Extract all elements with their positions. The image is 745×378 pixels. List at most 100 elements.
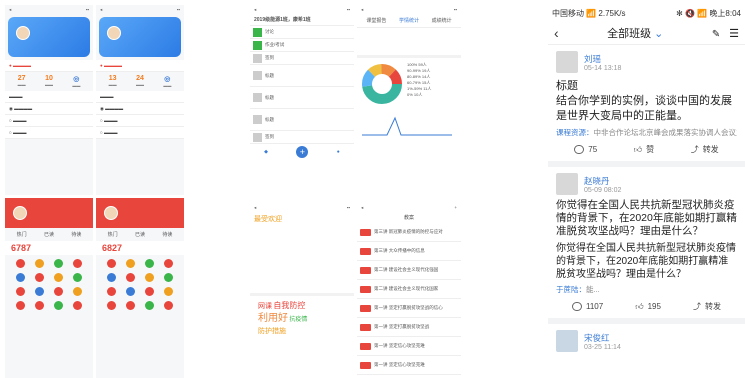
list-item[interactable]: 第一讲 坚定信心攻坚克难 — [357, 356, 461, 375]
tab[interactable]: 成绩统计 — [432, 17, 452, 24]
app-icon[interactable] — [34, 301, 44, 310]
list-item[interactable]: 第二讲 建设社会主义现代化强国 — [357, 261, 461, 280]
menu-item[interactable]: ◉ ▬▬▬▬ — [96, 103, 184, 115]
post-card[interactable]: 宋俊红 03-25 11:14 — [548, 324, 745, 356]
profile-card[interactable] — [99, 17, 181, 57]
app-icon[interactable] — [106, 287, 116, 296]
avatar — [16, 26, 30, 40]
like-button[interactable]: 👍︎ 赞 — [634, 144, 654, 155]
tab[interactable]: 已读 — [44, 231, 54, 238]
red-header — [96, 198, 184, 228]
app-icon[interactable] — [145, 259, 155, 268]
tab[interactable]: 热门 — [17, 231, 27, 238]
list-item[interactable]: 签到 — [250, 52, 354, 65]
app-icon[interactable] — [15, 287, 25, 296]
list-item[interactable]: 标题 — [250, 87, 354, 109]
avatar[interactable] — [556, 330, 578, 352]
like-button[interactable]: 👍︎ 195 — [635, 302, 661, 312]
list-item[interactable]: 第一讲 坚定打赢脱贫攻坚战的信心 — [357, 299, 461, 318]
tab[interactable]: 已读 — [135, 231, 145, 238]
app-icon[interactable] — [73, 287, 83, 296]
menu-item[interactable]: ▬▬▬ — [96, 91, 184, 103]
author-name[interactable]: 宋俊红 — [584, 332, 621, 344]
avatar — [13, 206, 27, 220]
app-icon[interactable] — [164, 273, 174, 282]
back-icon[interactable]: ‹ — [554, 25, 559, 41]
app-icon[interactable] — [73, 301, 83, 310]
share-button[interactable]: ⤴ 转发 — [693, 301, 721, 312]
phone-profile-a: ◂ ▪▪ ● ▬▬▬▬ 27 ▬▬ 10 ▬▬ ◎ ▬▬ ▬▬▬ ◉ ▬▬▬▬ ○ ▬▬… — [5, 5, 93, 195]
app-icon[interactable] — [164, 287, 174, 296]
avatar[interactable] — [556, 51, 578, 73]
list-item[interactable]: 第一讲 坚定信心攻坚克难 — [357, 337, 461, 356]
author-name[interactable]: 刘瑶 — [584, 53, 621, 65]
edit-icon[interactable]: ✎ — [712, 29, 720, 40]
app-icon[interactable] — [54, 301, 64, 310]
app-icon[interactable] — [73, 273, 83, 282]
app-icon[interactable] — [34, 273, 44, 282]
post-reply[interactable]: 于蔗陆：能... — [556, 284, 737, 295]
nav-icon[interactable]: ◆ — [264, 149, 268, 155]
menu-item[interactable]: ○ ▬▬▬ — [5, 115, 93, 127]
post-card[interactable]: 刘瑶 05-14 13:18 标题 结合你学到的实例，谈谈中国的发展是世界大变局中… — [548, 45, 745, 167]
menu-item[interactable]: ● ▬▬▬▬ — [96, 60, 184, 72]
big-number: 6827 — [102, 243, 123, 253]
share-icon: ⤴ — [692, 302, 701, 311]
profile-card[interactable] — [8, 17, 90, 57]
tab[interactable]: 热门 — [108, 231, 118, 238]
tab[interactable]: 课堂报告 — [366, 17, 386, 24]
app-icon[interactable] — [145, 287, 155, 296]
menu-item[interactable]: ○ ▬▬▬ — [96, 115, 184, 127]
app-icon[interactable] — [34, 287, 44, 296]
list-item[interactable]: 第一讲 坚定打赢脱贫攻坚战 — [357, 318, 461, 337]
menu-item[interactable]: ○ ▬▬▬ — [96, 127, 184, 139]
tab[interactable]: 待读 — [162, 231, 172, 238]
avatar[interactable] — [556, 173, 578, 195]
share-button[interactable]: ⤴ 转发 — [691, 144, 719, 155]
app-icon[interactable] — [145, 301, 155, 310]
app-icon[interactable] — [106, 301, 116, 310]
menu-item[interactable]: ▬▬▬ — [5, 91, 93, 103]
list-item[interactable]: 签到 — [250, 131, 354, 144]
post-card[interactable]: 赵晓丹 05-09 08:02 你觉得在全国人民共抗新型冠状肺炎疫情的背景下，在2… — [548, 167, 745, 324]
list-item[interactable]: 标题 — [250, 65, 354, 87]
comment-button[interactable]: 1107 — [572, 302, 603, 311]
app-icon[interactable] — [145, 273, 155, 282]
comment-button[interactable]: 75 — [574, 145, 597, 154]
menu-icon[interactable]: ☰ — [729, 28, 739, 40]
app-icon[interactable] — [164, 259, 174, 268]
app-icon[interactable] — [106, 259, 116, 268]
app-icon[interactable] — [54, 287, 64, 296]
menu-item[interactable]: ○ ▬▬▬ — [5, 127, 93, 139]
app-icon[interactable] — [106, 273, 116, 282]
app-icon[interactable] — [54, 273, 64, 282]
list-item[interactable]: 标题 — [250, 109, 354, 131]
list-item[interactable]: 讨论 — [250, 26, 354, 39]
list-item[interactable]: 第二讲 建设社会主义现代化国家 — [357, 280, 461, 299]
app-icon[interactable] — [54, 259, 64, 268]
app-icon[interactable] — [125, 301, 135, 310]
tab[interactable]: 待读 — [71, 231, 81, 238]
app-icon[interactable] — [164, 301, 174, 310]
menu-item[interactable]: ● ▬▬▬▬ — [5, 60, 93, 72]
tab-row: 热门 已读 待读 — [5, 228, 93, 241]
menu-item[interactable]: ◉ ▬▬▬▬ — [5, 103, 93, 115]
list-item[interactable]: 作业/考试 — [250, 39, 354, 52]
app-icon[interactable] — [125, 259, 135, 268]
app-icon[interactable] — [34, 259, 44, 268]
author-name[interactable]: 赵晓丹 — [584, 175, 621, 187]
status-bar: ◂ ▪▪ — [254, 7, 350, 12]
person-icon[interactable]: ● — [337, 149, 340, 155]
tab[interactable]: 学情统计 — [399, 17, 419, 24]
app-icon[interactable] — [15, 273, 25, 282]
add-button[interactable]: + — [296, 146, 309, 158]
post-resource[interactable]: 课程资源：中非合作论坛北京峰会成果落实协调人会议主席声... — [556, 127, 737, 138]
app-icon[interactable] — [125, 287, 135, 296]
list-item[interactable]: 第三讲 大众传播中的信息 — [357, 242, 461, 261]
app-icon[interactable] — [125, 273, 135, 282]
list-item[interactable]: 第三讲 新冠肺炎疫情的防控与应对 — [357, 223, 461, 242]
app-icon[interactable] — [15, 301, 25, 310]
app-icon[interactable] — [73, 259, 83, 268]
class-filter-dropdown[interactable]: 全部班级 ⌄ — [607, 25, 663, 41]
app-icon[interactable] — [15, 259, 25, 268]
